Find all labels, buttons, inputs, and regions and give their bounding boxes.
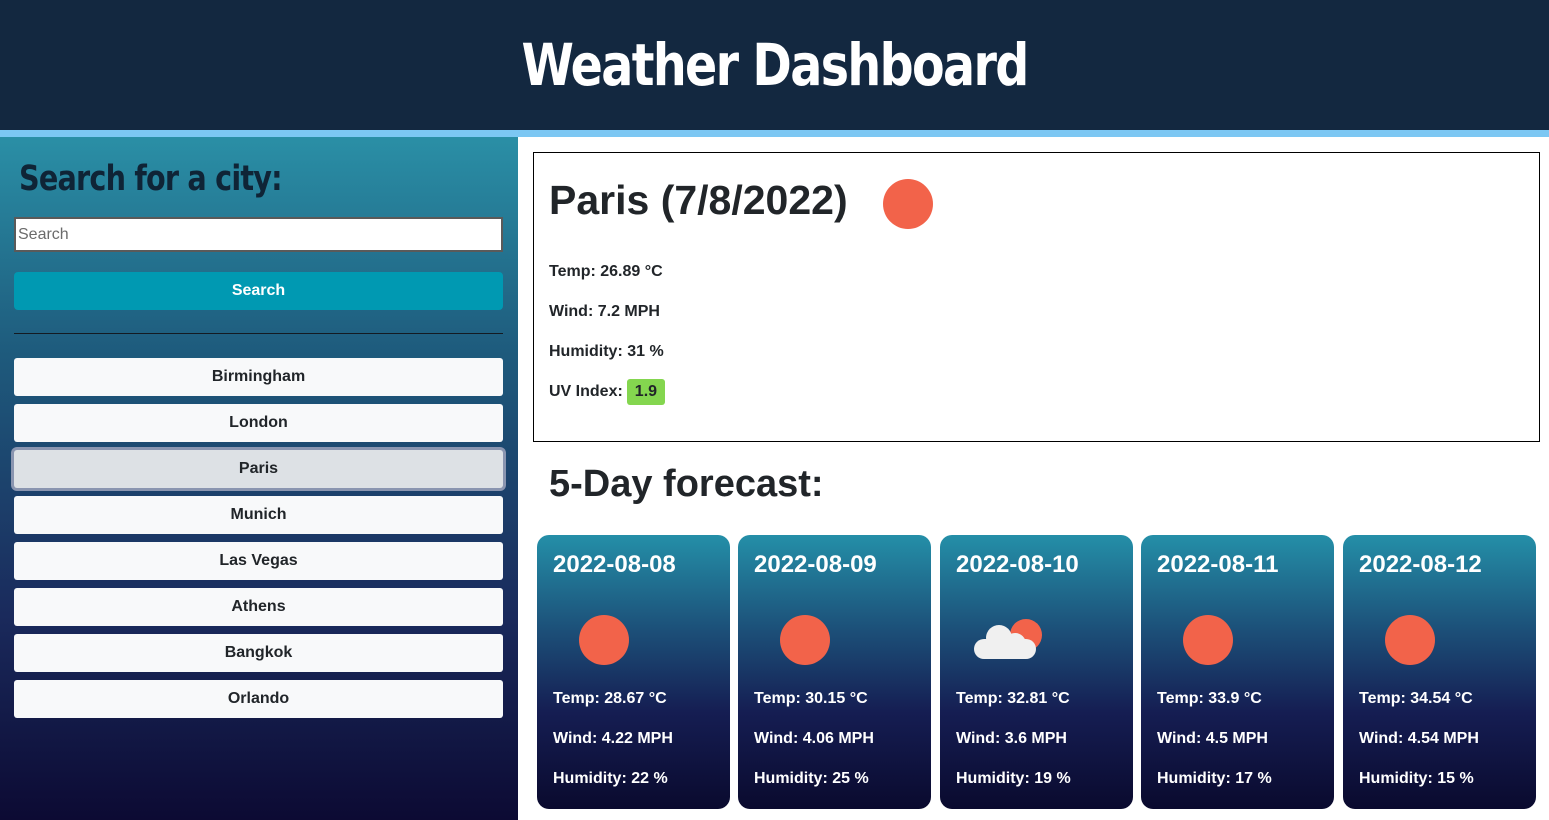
city-button-bangkok[interactable]: Bangkok [14, 634, 503, 672]
app-header: Weather Dashboard [0, 0, 1549, 130]
city-history-list: Birmingham London Paris Munich Las Vegas… [14, 358, 503, 726]
forecast-humidity: Humidity: 19 % [956, 770, 1071, 787]
sun-icon [1183, 615, 1233, 665]
forecast-temp: Temp: 32.81 °C [956, 690, 1070, 707]
forecast-card: 2022-08-09 Temp: 30.15 °C Wind: 4.06 MPH… [738, 535, 931, 809]
forecast-humidity: Humidity: 25 % [754, 770, 869, 787]
city-button-london[interactable]: London [14, 404, 503, 442]
current-weather-panel: Paris (7/8/2022) Temp: 26.89 °C Wind: 7.… [533, 152, 1540, 442]
forecast-humidity: Humidity: 15 % [1359, 770, 1474, 787]
forecast-card: 2022-08-10 Temp: 32.81 °C Wind: 3.6 MPH … [940, 535, 1133, 809]
forecast-humidity: Humidity: 22 % [553, 770, 668, 787]
forecast-wind: Wind: 4.06 MPH [754, 730, 874, 747]
page-title: Weather Dashboard [521, 31, 1029, 99]
forecast-card: 2022-08-11 Temp: 33.9 °C Wind: 4.5 MPH H… [1141, 535, 1334, 809]
forecast-temp: Temp: 34.54 °C [1359, 690, 1473, 707]
forecast-date: 2022-08-12 [1359, 551, 1482, 578]
forecast-temp: Temp: 30.15 °C [754, 690, 868, 707]
current-wind: Wind: 7.2 MPH [549, 303, 660, 320]
forecast-date: 2022-08-08 [553, 551, 676, 578]
sun-icon [883, 179, 933, 229]
forecast-wind: Wind: 3.6 MPH [956, 730, 1067, 747]
header-accent-stripe [0, 130, 1549, 137]
forecast-date: 2022-08-11 [1157, 551, 1279, 578]
city-button-orlando[interactable]: Orlando [14, 680, 503, 718]
uv-badge: 1.9 [626, 379, 666, 405]
forecast-cards: 2022-08-08 Temp: 28.67 °C Wind: 4.22 MPH… [537, 535, 1537, 809]
sidebar: Search for a city: Search Birmingham Lon… [0, 137, 518, 820]
forecast-heading: 5-Day forecast: [549, 463, 824, 505]
search-heading: Search for a city: [19, 159, 283, 199]
forecast-card: 2022-08-08 Temp: 28.67 °C Wind: 4.22 MPH… [537, 535, 730, 809]
city-button-birmingham[interactable]: Birmingham [14, 358, 503, 396]
current-uv-row: UV Index: 1.9 [549, 379, 666, 405]
forecast-date: 2022-08-10 [956, 551, 1079, 578]
current-humidity: Humidity: 31 % [549, 343, 664, 360]
city-button-athens[interactable]: Athens [14, 588, 503, 626]
forecast-humidity: Humidity: 17 % [1157, 770, 1272, 787]
sun-icon [1385, 615, 1435, 665]
current-city-title: Paris (7/8/2022) [549, 177, 848, 223]
sun-icon [780, 615, 830, 665]
forecast-temp: Temp: 28.67 °C [553, 690, 667, 707]
uv-label: UV Index: [549, 383, 623, 400]
forecast-wind: Wind: 4.22 MPH [553, 730, 673, 747]
city-button-las-vegas[interactable]: Las Vegas [14, 542, 503, 580]
search-button[interactable]: Search [14, 272, 503, 310]
sun-icon [579, 615, 629, 665]
partly-cloudy-icon [974, 617, 1044, 665]
forecast-wind: Wind: 4.54 MPH [1359, 730, 1479, 747]
forecast-wind: Wind: 4.5 MPH [1157, 730, 1268, 747]
forecast-date: 2022-08-09 [754, 551, 877, 578]
forecast-card: 2022-08-12 Temp: 34.54 °C Wind: 4.54 MPH… [1343, 535, 1536, 809]
divider [14, 333, 503, 334]
current-temp: Temp: 26.89 °C [549, 263, 663, 280]
search-input[interactable] [14, 217, 503, 252]
forecast-temp: Temp: 33.9 °C [1157, 690, 1262, 707]
city-button-munich[interactable]: Munich [14, 496, 503, 534]
city-button-paris[interactable]: Paris [14, 450, 503, 488]
